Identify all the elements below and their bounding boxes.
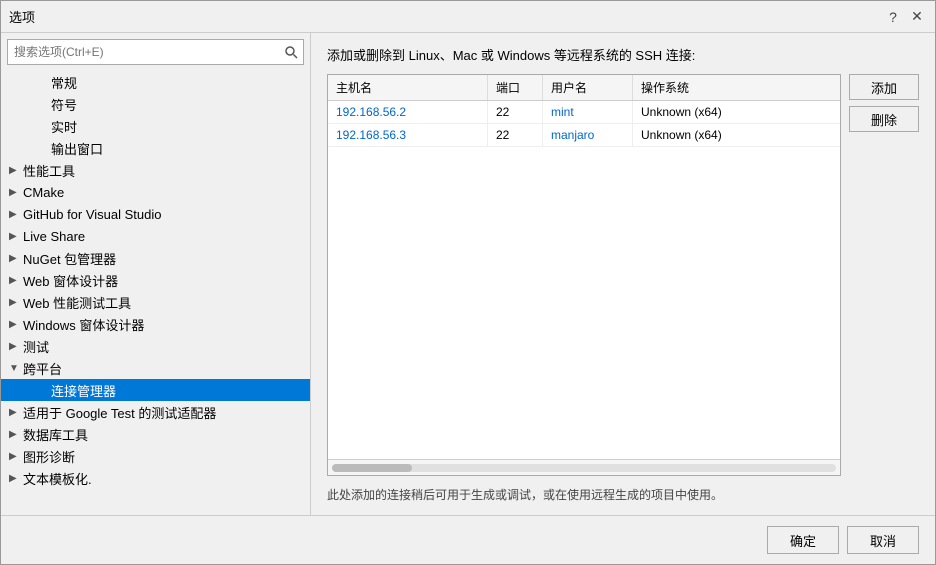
tree-item-connection-manager[interactable]: 连接管理器 bbox=[1, 379, 310, 401]
tree-label-github: GitHub for Visual Studio bbox=[23, 207, 306, 222]
tree-label-connection-manager: 连接管理器 bbox=[51, 381, 306, 400]
tree-label-google-test: 适用于 Google Test 的测试适配器 bbox=[23, 403, 306, 422]
table-body: 192.168.56.222mintUnknown (x64)192.168.5… bbox=[328, 101, 840, 459]
tree-label-web-perf: Web 性能测试工具 bbox=[23, 293, 306, 312]
tree-arrow-crossplat: ▼ bbox=[9, 363, 23, 374]
add-button[interactable]: 添加 bbox=[849, 74, 919, 100]
connection-table: 主机名 端口 用户名 操作系统 192.168.56.222mintUnknow… bbox=[327, 74, 841, 476]
options-dialog: 选项 ? ✕ 常规符号实时输出窗口▶性能工具▶CMake▶GitHub for … bbox=[0, 0, 936, 565]
delete-button[interactable]: 删除 bbox=[849, 106, 919, 132]
tree-item-nuget[interactable]: ▶NuGet 包管理器 bbox=[1, 247, 310, 269]
tree-arrow-database: ▶ bbox=[9, 429, 23, 440]
tree-item-perf-tools[interactable]: ▶性能工具 bbox=[1, 159, 310, 181]
tree-label-graph-diag: 图形诊断 bbox=[23, 447, 306, 466]
tree-item-web-perf[interactable]: ▶Web 性能测试工具 bbox=[1, 291, 310, 313]
tree-arrow-perf-tools: ▶ bbox=[9, 165, 23, 176]
tree-arrow-cmake: ▶ bbox=[9, 187, 23, 198]
cell-username-1: manjaro bbox=[543, 124, 633, 146]
col-header-username: 用户名 bbox=[543, 75, 633, 100]
close-button[interactable]: ✕ bbox=[907, 7, 927, 27]
cell-hostname-0: 192.168.56.2 bbox=[328, 101, 488, 123]
tree-label-perf-tools: 性能工具 bbox=[23, 161, 306, 180]
tree-label-symbol: 符号 bbox=[51, 95, 306, 114]
tree-label-web-designer: Web 窗体设计器 bbox=[23, 271, 306, 290]
description-text: 此处添加的连接稍后可用于生成或调试，或在使用远程生成的项目中使用。 bbox=[327, 486, 919, 503]
action-buttons: 添加 删除 bbox=[849, 74, 919, 476]
horizontal-scrollbar[interactable] bbox=[332, 464, 836, 472]
tree-item-liveshare[interactable]: ▶Live Share bbox=[1, 225, 310, 247]
col-header-hostname: 主机名 bbox=[328, 75, 488, 100]
cell-os-0: Unknown (x64) bbox=[633, 101, 840, 123]
search-input[interactable] bbox=[8, 43, 279, 61]
ok-button[interactable]: 确定 bbox=[767, 526, 839, 554]
search-icon bbox=[285, 46, 298, 59]
tree-item-github[interactable]: ▶GitHub for Visual Studio bbox=[1, 203, 310, 225]
tree-label-test: 测试 bbox=[23, 337, 306, 356]
table-header: 主机名 端口 用户名 操作系统 bbox=[328, 75, 840, 101]
tree-label-crossplat: 跨平台 bbox=[23, 359, 306, 378]
section-title: 添加或删除到 Linux、Mac 或 Windows 等远程系统的 SSH 连接… bbox=[327, 45, 919, 64]
cancel-button[interactable]: 取消 bbox=[847, 526, 919, 554]
right-panel: 添加或删除到 Linux、Mac 或 Windows 等远程系统的 SSH 连接… bbox=[311, 33, 935, 515]
tree-item-crossplat[interactable]: ▼跨平台 bbox=[1, 357, 310, 379]
cell-port-1: 22 bbox=[488, 124, 543, 146]
tree-label-nuget: NuGet 包管理器 bbox=[23, 249, 306, 268]
title-bar: 选项 ? ✕ bbox=[1, 1, 935, 33]
tree-label-win-designer: Windows 窗体设计器 bbox=[23, 315, 306, 334]
left-panel: 常规符号实时输出窗口▶性能工具▶CMake▶GitHub for Visual … bbox=[1, 33, 311, 515]
tree-arrow-web-perf: ▶ bbox=[9, 297, 23, 308]
dialog-title: 选项 bbox=[9, 7, 883, 26]
tree-arrow-text-template: ▶ bbox=[9, 473, 23, 484]
tree-arrow-test: ▶ bbox=[9, 341, 23, 352]
tree-arrow-google-test: ▶ bbox=[9, 407, 23, 418]
tree-arrow-liveshare: ▶ bbox=[9, 231, 23, 242]
tree-item-test[interactable]: ▶测试 bbox=[1, 335, 310, 357]
cell-os-1: Unknown (x64) bbox=[633, 124, 840, 146]
tree-arrow-web-designer: ▶ bbox=[9, 275, 23, 286]
tree-label-liveshare: Live Share bbox=[23, 229, 306, 244]
title-bar-controls: ? ✕ bbox=[883, 7, 927, 27]
tree-label-text-template: 文本模板化. bbox=[23, 469, 306, 488]
table-row[interactable]: 192.168.56.222mintUnknown (x64) bbox=[328, 101, 840, 124]
search-icon-button[interactable] bbox=[279, 40, 303, 64]
tree-item-output[interactable]: 输出窗口 bbox=[1, 137, 310, 159]
dialog-footer: 确定 取消 bbox=[1, 515, 935, 564]
tree-label-realtime: 实时 bbox=[51, 117, 306, 136]
table-area: 主机名 端口 用户名 操作系统 192.168.56.222mintUnknow… bbox=[327, 74, 919, 476]
table-row[interactable]: 192.168.56.322manjaroUnknown (x64) bbox=[328, 124, 840, 147]
tree: 常规符号实时输出窗口▶性能工具▶CMake▶GitHub for Visual … bbox=[1, 71, 310, 515]
tree-arrow-nuget: ▶ bbox=[9, 253, 23, 264]
search-box bbox=[7, 39, 304, 65]
tree-arrow-win-designer: ▶ bbox=[9, 319, 23, 330]
tree-item-general[interactable]: 常规 bbox=[1, 71, 310, 93]
tree-item-cmake[interactable]: ▶CMake bbox=[1, 181, 310, 203]
scroll-thumb bbox=[332, 464, 412, 472]
tree-item-win-designer[interactable]: ▶Windows 窗体设计器 bbox=[1, 313, 310, 335]
dialog-body: 常规符号实时输出窗口▶性能工具▶CMake▶GitHub for Visual … bbox=[1, 33, 935, 515]
tree-label-general: 常规 bbox=[51, 73, 306, 92]
tree-label-output: 输出窗口 bbox=[51, 139, 306, 158]
cell-username-0: mint bbox=[543, 101, 633, 123]
tree-arrow-github: ▶ bbox=[9, 209, 23, 220]
tree-label-cmake: CMake bbox=[23, 185, 306, 200]
col-header-port: 端口 bbox=[488, 75, 543, 100]
tree-item-symbol[interactable]: 符号 bbox=[1, 93, 310, 115]
tree-item-database[interactable]: ▶数据库工具 bbox=[1, 423, 310, 445]
tree-item-graph-diag[interactable]: ▶图形诊断 bbox=[1, 445, 310, 467]
help-button[interactable]: ? bbox=[883, 7, 903, 27]
tree-item-realtime[interactable]: 实时 bbox=[1, 115, 310, 137]
tree-item-web-designer[interactable]: ▶Web 窗体设计器 bbox=[1, 269, 310, 291]
cell-port-0: 22 bbox=[488, 101, 543, 123]
cell-hostname-1: 192.168.56.3 bbox=[328, 124, 488, 146]
horizontal-scrollbar-area bbox=[328, 459, 840, 475]
tree-item-text-template[interactable]: ▶文本模板化. bbox=[1, 467, 310, 489]
tree-item-google-test[interactable]: ▶适用于 Google Test 的测试适配器 bbox=[1, 401, 310, 423]
tree-arrow-graph-diag: ▶ bbox=[9, 451, 23, 462]
col-header-os: 操作系统 bbox=[633, 75, 840, 100]
tree-label-database: 数据库工具 bbox=[23, 425, 306, 444]
